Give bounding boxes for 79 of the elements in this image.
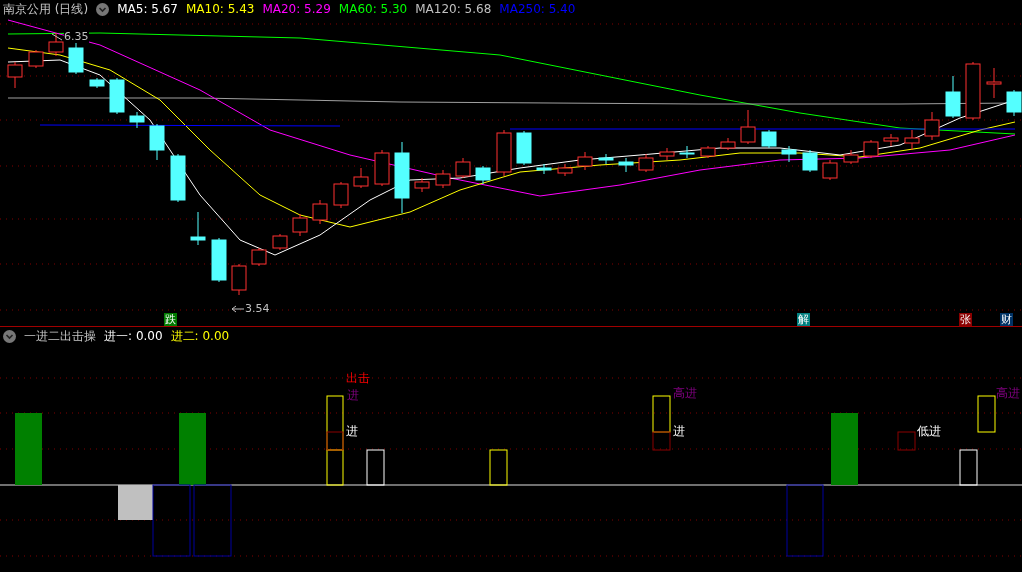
candlestick [251,247,267,267]
indicator-value: 进一: 0.00 [104,327,163,345]
signal-label: 进 [346,388,360,402]
candlestick [945,75,961,119]
indicator-value: MA5: 5.67 [117,2,178,16]
candlestick [843,149,859,165]
signal-label: 低进 [916,424,942,438]
candlestick [904,129,920,151]
candlestick [536,163,552,175]
candlestick [883,133,899,147]
indicator-bar [489,449,508,486]
indicator-value: MA20: 5.29 [262,2,331,16]
candlestick [170,153,186,203]
candlestick [333,181,349,209]
candlestick [353,167,369,189]
candlestick [475,165,491,185]
candlestick [435,169,451,189]
candlestick [618,157,634,173]
candlestick [965,61,981,121]
candlestick [638,153,654,173]
candlestick [720,137,736,151]
chart-title: 南京公用 (日线) [3,0,89,18]
dropdown-icon[interactable] [3,329,16,343]
candlestick [516,130,532,166]
candlestick [679,145,695,159]
candlestick [598,153,614,165]
candlestick [577,151,593,171]
candlestick [231,263,247,296]
candlestick [292,213,308,237]
candlestick [211,237,227,283]
signal-label: 进 [672,424,686,438]
candlestick [28,49,44,69]
candlestick [149,123,165,161]
candlestick [1006,89,1022,117]
indicator-bar [366,449,385,486]
candlestick [986,67,1002,99]
event-tag[interactable]: 张 [959,313,972,326]
candlestick [272,233,288,251]
candlestick [557,163,573,177]
dropdown-icon[interactable] [96,2,110,16]
signal-label: 高进 [995,386,1021,400]
candlestick [659,147,675,161]
event-tag[interactable]: 跌 [164,313,177,326]
indicator-value: MA120: 5.68 [415,2,492,16]
price-label: 3.54 [245,302,270,315]
indicator-title: 一进二出击操 [24,327,96,345]
indicator-bar [831,413,858,485]
candlestick [781,145,797,163]
event-tag[interactable]: 解 [797,313,810,326]
signal-label: 高进 [672,386,698,400]
indicator-value: MA10: 5.43 [186,2,255,16]
candlestick [312,199,328,225]
indicator-value: 进二: 0.00 [170,327,230,345]
candlestick [822,159,838,181]
candlestick [455,157,471,179]
indicator-bar [959,449,978,486]
candlestick [89,77,105,89]
indicator-value: MA250: 5.40 [499,2,576,16]
candlestick [924,111,940,141]
price-label: 6.35 [64,30,89,43]
candlestick [109,77,125,115]
indicator-bar [15,413,42,485]
candlestick [863,139,879,159]
candlestick [802,149,818,173]
candlestick [740,109,756,145]
candlestick [190,211,206,246]
candlestick [414,177,430,193]
candlestick [700,145,716,159]
candlestick [761,129,777,149]
candlestick [7,61,23,89]
signal-label: 出击 [345,371,371,385]
event-tag[interactable]: 财 [1000,313,1013,326]
candlestick [129,111,145,129]
candlestick [48,32,64,57]
candlestick [496,129,512,177]
signal-label: 进 [345,424,359,438]
indicator-bar [977,395,996,433]
candlestick [374,149,390,187]
indicator-value: MA60: 5.30 [338,2,408,16]
